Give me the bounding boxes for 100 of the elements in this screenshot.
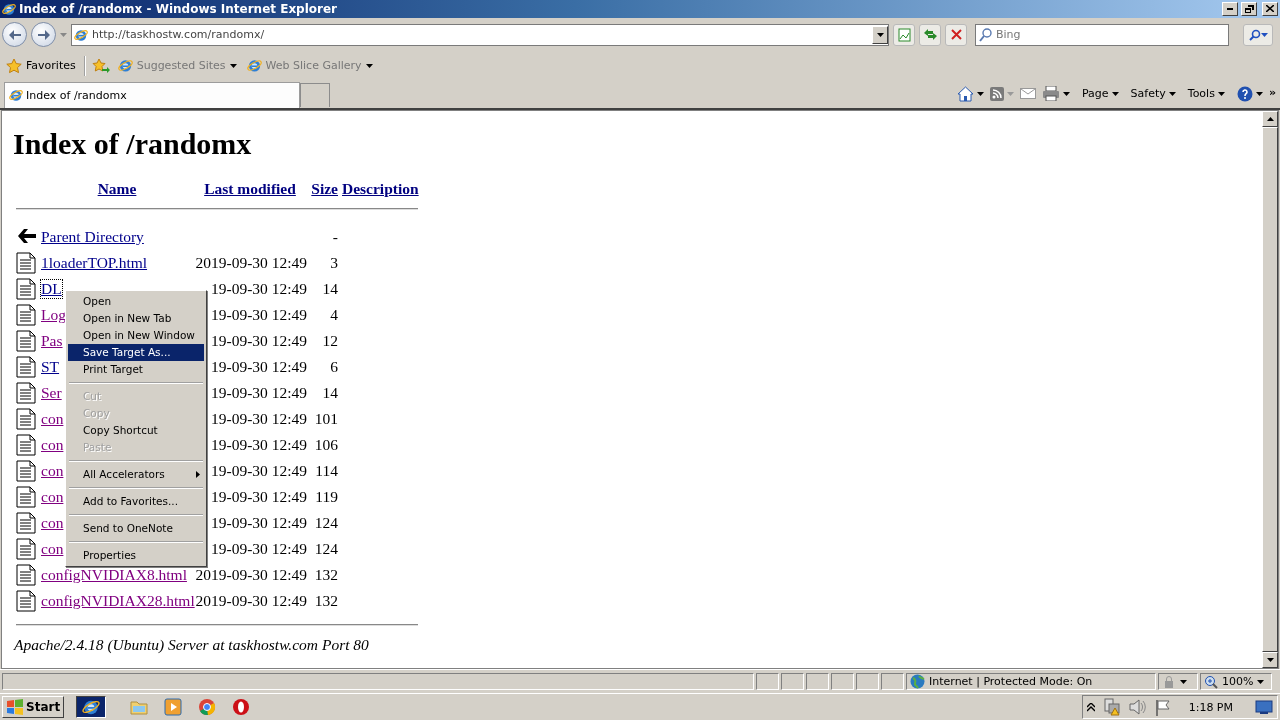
caret-icon xyxy=(1006,91,1014,96)
chevron-up-icon[interactable] xyxy=(1086,702,1095,712)
file-link[interactable]: Parent Directory xyxy=(41,227,144,246)
file-link[interactable]: con xyxy=(41,461,64,480)
file-link[interactable]: configNVIDIAX8.html xyxy=(41,565,187,584)
flag-icon[interactable] xyxy=(1154,698,1171,716)
command-menu[interactable]: Page xyxy=(1081,87,1119,101)
forward-button[interactable] xyxy=(31,22,56,48)
caret-icon xyxy=(1168,91,1176,96)
zoom-button[interactable]: 100% xyxy=(1200,673,1272,691)
file-link[interactable]: con xyxy=(41,513,64,532)
command-menu[interactable]: Safety xyxy=(1130,87,1176,101)
taskbar-button[interactable] xyxy=(76,696,107,719)
minimize-button[interactable] xyxy=(1222,1,1238,16)
browser-logo-icon xyxy=(198,698,217,717)
date-text: 19-09-30 12:49 xyxy=(211,383,307,402)
file-link[interactable]: DL xyxy=(41,279,62,298)
menu-item[interactable]: Open in New Window xyxy=(68,326,204,344)
file-link[interactable]: con xyxy=(41,539,64,558)
command-menu[interactable]: Tools xyxy=(1187,87,1225,101)
more-commands-button[interactable]: » xyxy=(1268,85,1276,99)
browser-tab[interactable]: Index of /randomx xyxy=(4,81,300,108)
size-text: 3 xyxy=(330,253,338,272)
folder-icon xyxy=(130,699,149,716)
search-field[interactable]: Bing xyxy=(975,23,1229,46)
menu-item[interactable]: Open in New Tab xyxy=(68,309,204,327)
menu-item[interactable]: Properties xyxy=(68,546,204,564)
home-icon xyxy=(956,85,974,102)
search-button[interactable] xyxy=(1243,23,1273,46)
restore-icon xyxy=(1244,4,1254,13)
document-icon xyxy=(16,563,36,586)
ie-icon xyxy=(117,58,133,74)
file-link[interactable]: 1loaderTOP.html xyxy=(41,253,148,272)
menu-item[interactable]: Add to Favorites... xyxy=(68,492,204,510)
size-text: 12 xyxy=(322,331,338,350)
size-text: 124 xyxy=(314,539,338,558)
menu-item[interactable]: Open xyxy=(68,292,204,310)
printer-icon xyxy=(1041,86,1060,102)
file-link[interactable]: ST xyxy=(41,357,60,376)
search-icon xyxy=(979,27,992,42)
menu-item[interactable]: Send to OneNote xyxy=(68,519,204,537)
file-link[interactable]: configNVIDIAX28.html xyxy=(41,591,195,610)
zone-text: Internet | Protected Mode: On xyxy=(929,675,1093,689)
ie-icon xyxy=(246,58,262,74)
file-link[interactable]: Ser xyxy=(41,383,62,402)
scroll-up-button[interactable] xyxy=(1262,110,1278,127)
caret-icon xyxy=(229,63,237,68)
size-text: - xyxy=(332,227,338,246)
menu-item[interactable]: Save Target As... xyxy=(68,343,204,361)
network-warning-icon[interactable] xyxy=(1102,698,1121,717)
page-heading: Index of /randomx xyxy=(13,126,253,161)
favorites-button[interactable]: Favorites xyxy=(4,57,78,74)
document-icon xyxy=(16,537,36,560)
play-icon xyxy=(164,698,183,717)
size-text: 132 xyxy=(314,591,338,610)
file-link[interactable]: Pas xyxy=(41,331,63,350)
show-desktop-icon[interactable] xyxy=(1255,699,1273,716)
compatibility-view-button[interactable] xyxy=(893,23,915,46)
close-icon xyxy=(1266,5,1274,13)
close-button[interactable] xyxy=(1262,1,1278,16)
dropdown-button[interactable] xyxy=(872,25,888,44)
refresh-icon xyxy=(922,28,938,42)
mail-button[interactable] xyxy=(1019,88,1036,100)
envelope-icon xyxy=(1019,88,1036,100)
url-text: http://taskhostw.com/randomx/ xyxy=(92,28,266,42)
speaker-icon[interactable] xyxy=(1128,699,1147,716)
column-header-link[interactable]: Description xyxy=(338,178,419,199)
status-pane xyxy=(781,673,804,691)
restore-button[interactable] xyxy=(1241,1,1257,16)
file-link[interactable]: con xyxy=(41,409,64,428)
file-link[interactable]: con xyxy=(41,435,64,454)
feeds-button[interactable] xyxy=(989,86,1014,101)
column-header-link[interactable]: Name xyxy=(41,178,193,199)
security-button[interactable] xyxy=(1158,673,1198,691)
scroll-down-button[interactable] xyxy=(1262,652,1278,669)
menu-item[interactable]: All Accelerators xyxy=(68,465,204,483)
file-link[interactable]: con xyxy=(41,487,64,506)
address-field[interactable]: http://taskhostw.com/randomx/ xyxy=(71,23,889,46)
file-link[interactable]: Log xyxy=(41,305,66,324)
date-text: 19-09-30 12:49 xyxy=(211,435,307,454)
caret-icon xyxy=(1062,91,1070,96)
server-signature: Apache/2.4.18 (Ubuntu) Server at taskhostw.com Port 80 xyxy=(14,635,370,654)
menu-item[interactable]: Print Target xyxy=(68,360,204,378)
home-button[interactable] xyxy=(956,85,984,102)
caret-icon xyxy=(1260,32,1268,37)
caret-icon xyxy=(60,32,67,37)
back-button[interactable] xyxy=(2,22,27,48)
start-button[interactable]: Start xyxy=(2,696,65,719)
column-header-link[interactable]: Size xyxy=(307,178,338,199)
help-button[interactable] xyxy=(1236,85,1263,102)
print-button[interactable] xyxy=(1041,86,1070,102)
refresh-button[interactable] xyxy=(919,23,941,46)
forward-arrow-icon xyxy=(37,29,50,40)
caret-icon xyxy=(1255,91,1263,96)
stop-button[interactable] xyxy=(945,23,967,46)
menu-item[interactable]: Copy Shortcut xyxy=(68,421,204,439)
column-header-link[interactable]: Last modified xyxy=(193,178,307,199)
document-icon xyxy=(16,277,36,300)
caret-icon xyxy=(876,32,884,37)
date-text: 19-09-30 12:49 xyxy=(211,279,307,298)
